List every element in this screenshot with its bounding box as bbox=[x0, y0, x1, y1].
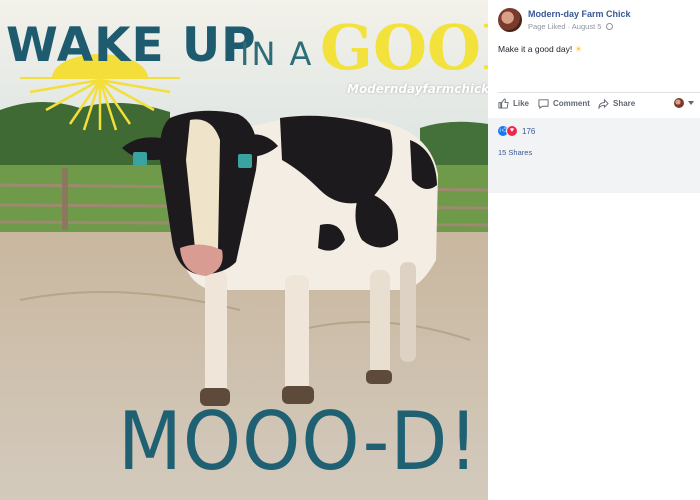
share-label: Share bbox=[613, 99, 636, 108]
shares-count-link[interactable]: 15 Shares bbox=[498, 148, 532, 157]
page-liked-status: Page Liked bbox=[528, 22, 566, 31]
comment-button[interactable]: Comment bbox=[538, 98, 590, 109]
post-details-panel: Modern-day Farm Chick Page Liked · Augus… bbox=[488, 0, 700, 500]
like-button[interactable]: Like bbox=[498, 98, 529, 109]
overlay-text-mood: MOOO-D! bbox=[118, 395, 479, 489]
reactions-section: 👍︎ ♥ 176 15 Shares bbox=[488, 118, 700, 193]
comment-icon bbox=[538, 99, 549, 109]
sun-emoji-icon: ☀ bbox=[574, 44, 583, 54]
post-actions-bar: Like Comment Share bbox=[498, 98, 694, 112]
share-button[interactable]: Share bbox=[598, 98, 635, 109]
reactions-summary[interactable]: 👍︎ ♥ 176 bbox=[498, 125, 535, 137]
page-avatar[interactable] bbox=[498, 8, 522, 32]
post-photo[interactable]: WAKE UP IN A GOOD Moderndayfarmchick MOO… bbox=[0, 0, 488, 500]
post-text-body: Make it a good day! bbox=[498, 44, 573, 54]
chevron-down-icon bbox=[688, 101, 694, 105]
meta-separator: · bbox=[567, 22, 571, 31]
page-name-link[interactable]: Modern-day Farm Chick bbox=[528, 9, 631, 19]
overlay-text-good: GOOD bbox=[320, 11, 488, 84]
overlay-handle-watermark: Moderndayfarmchick bbox=[347, 82, 488, 96]
post-date-link[interactable]: August 5 bbox=[572, 22, 602, 31]
overlay-text-wake-up: WAKE UP bbox=[6, 18, 257, 73]
reaction-count: 176 bbox=[522, 126, 536, 136]
viewer-avatar bbox=[674, 98, 684, 108]
like-label: Like bbox=[513, 99, 530, 108]
post-text: Make it a good day! ☀ bbox=[498, 44, 582, 55]
share-icon bbox=[598, 98, 609, 109]
comment-label: Comment bbox=[553, 99, 590, 108]
love-reaction-icon: ♥ bbox=[506, 125, 518, 137]
divider bbox=[498, 92, 700, 93]
globe-icon bbox=[605, 23, 613, 30]
thumbs-up-icon bbox=[498, 98, 509, 109]
post-meta: Page Liked · August 5 bbox=[528, 22, 613, 31]
overlay-text-in-a: IN A bbox=[240, 35, 314, 73]
post-as-selector[interactable] bbox=[674, 98, 694, 108]
